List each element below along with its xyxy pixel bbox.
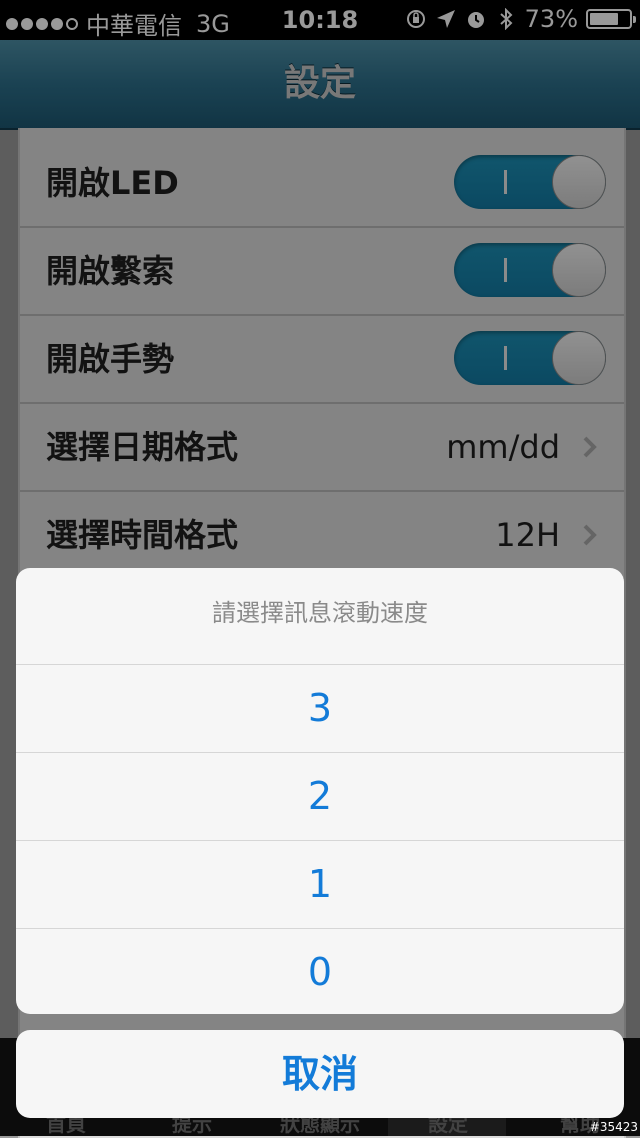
watermark: #35423 — [589, 1120, 638, 1134]
speed-option-0[interactable]: 0 — [16, 929, 624, 1014]
speed-option-3[interactable]: 3 — [16, 665, 624, 753]
speed-option-2[interactable]: 2 — [16, 753, 624, 841]
action-sheet-title: 請選擇訊息滾動速度 — [16, 568, 624, 665]
cancel-button[interactable]: 取消 — [16, 1030, 624, 1118]
action-sheet: 請選擇訊息滾動速度 3 2 1 0 — [16, 568, 624, 1014]
speed-option-1[interactable]: 1 — [16, 841, 624, 929]
